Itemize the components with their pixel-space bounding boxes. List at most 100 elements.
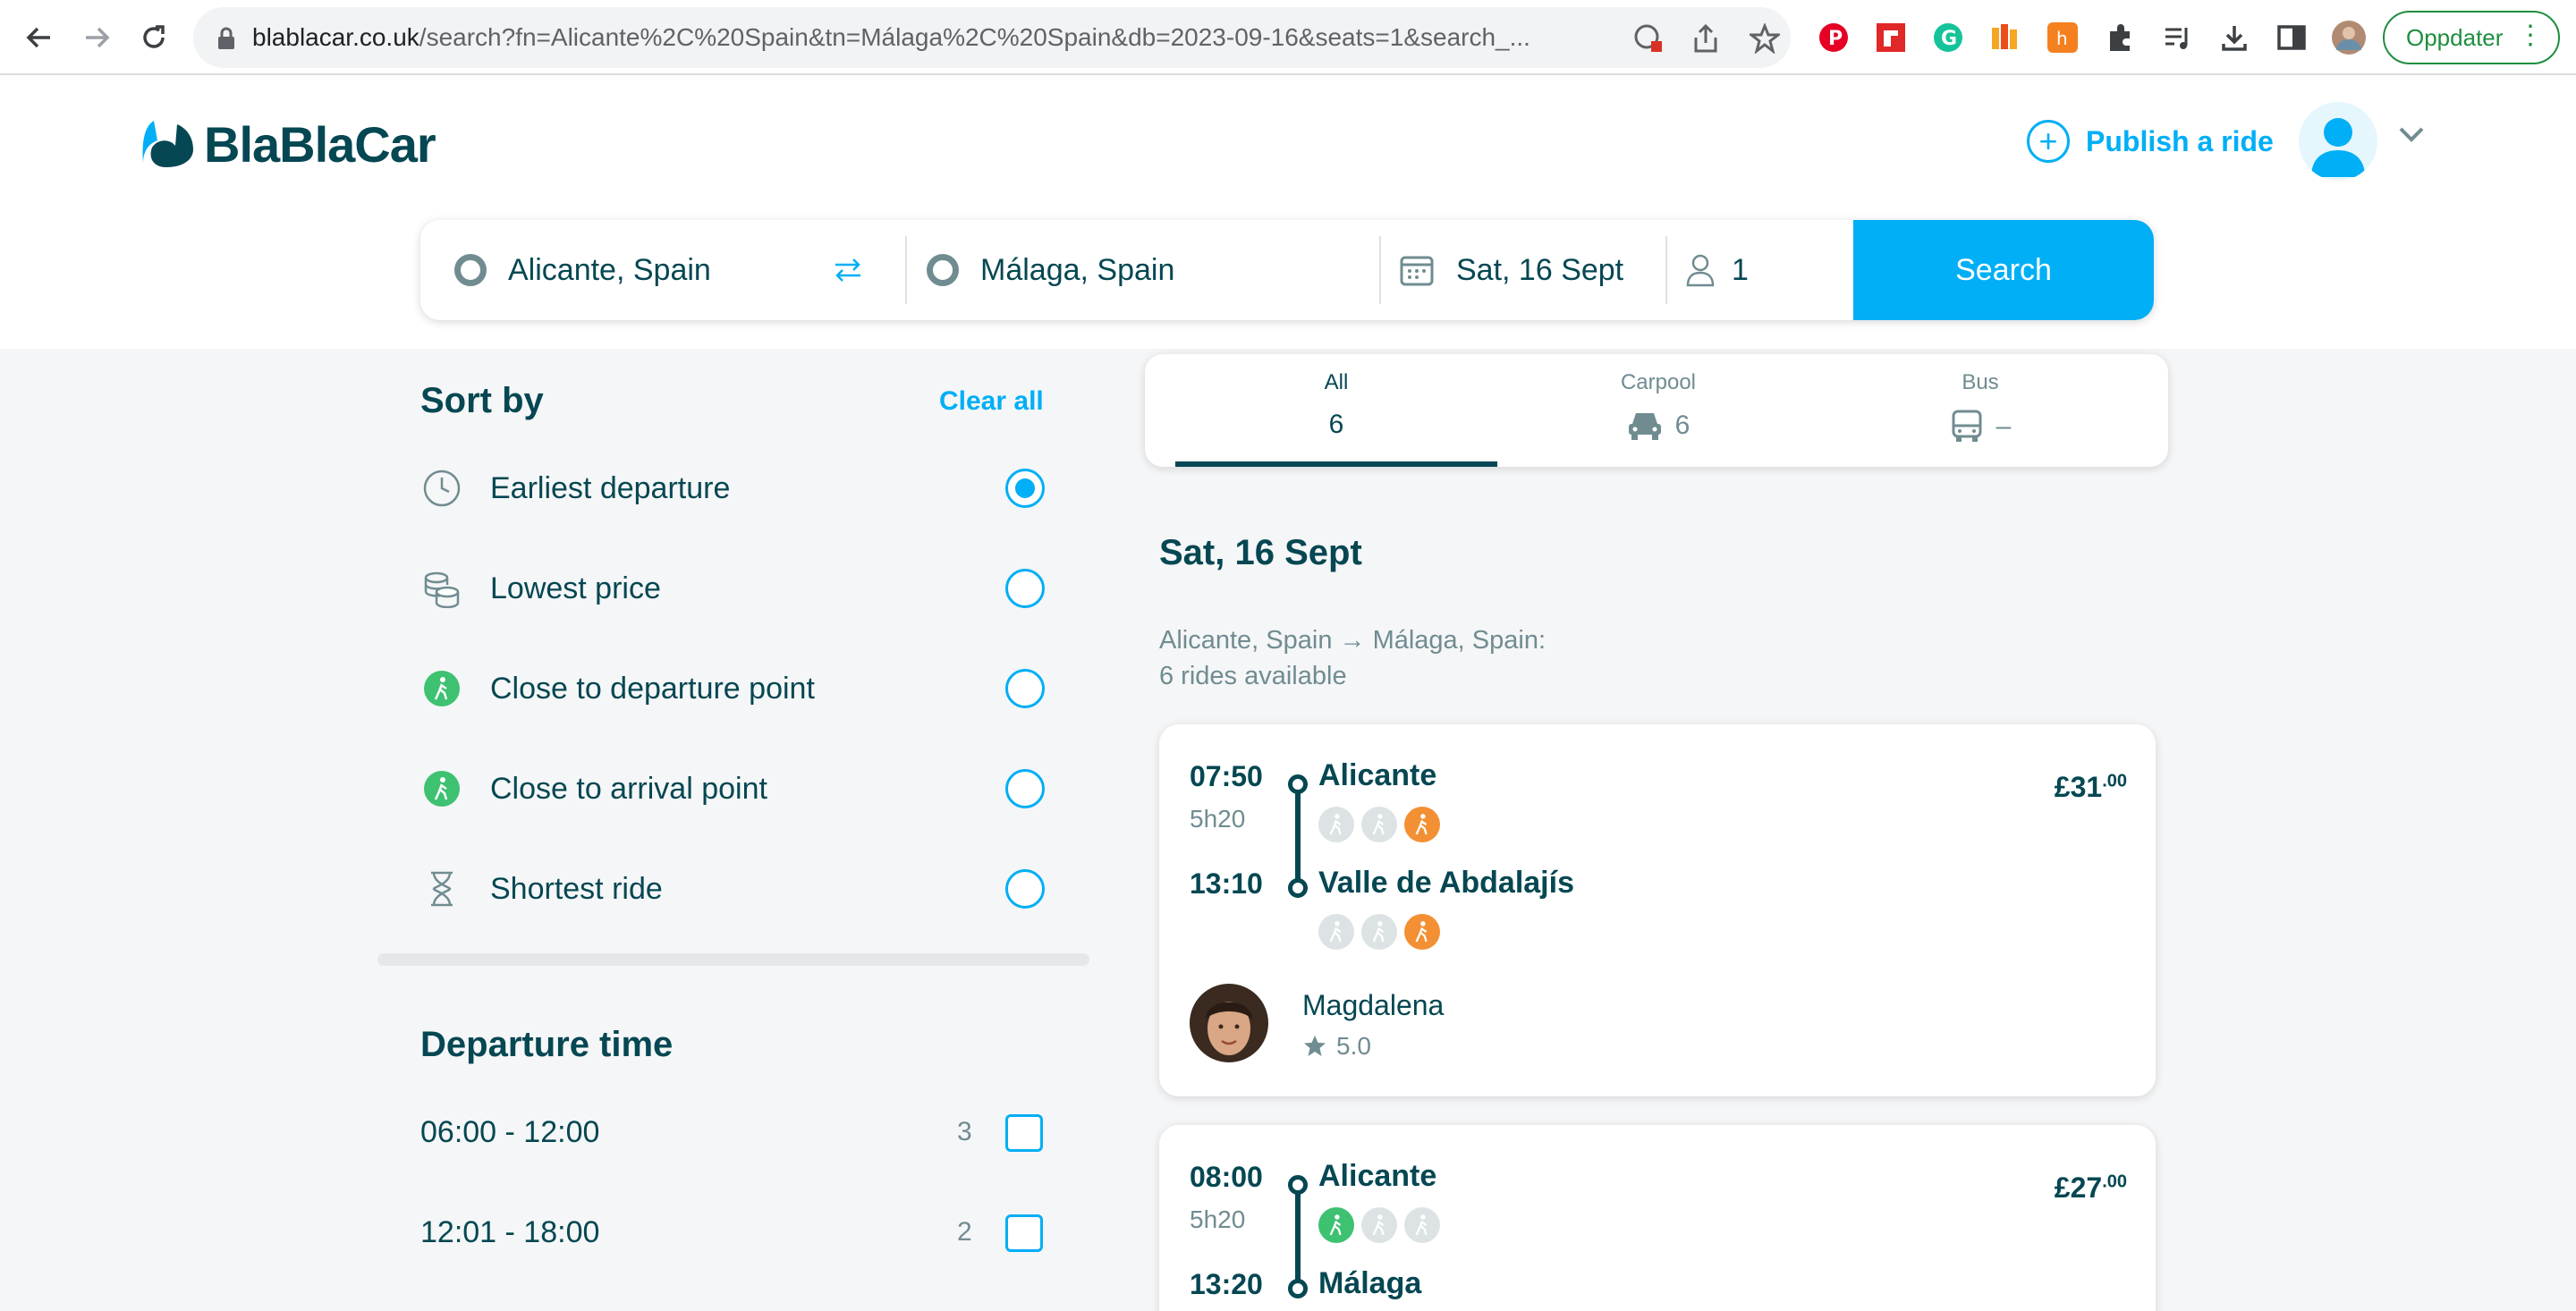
sort-option-shortest[interactable]: Shortest ride: [420, 862, 1046, 916]
user-avatar[interactable]: [2299, 102, 2377, 181]
driver-rating: 5.0: [1302, 1032, 1371, 1061]
search-button[interactable]: Search: [1853, 220, 2154, 320]
sort-option-label: Close to arrival point: [490, 771, 767, 806]
update-button[interactable]: Oppdater ⋮: [2383, 11, 2560, 64]
driver-name: Magdalena: [1302, 989, 1445, 1021]
time-range-count: 2: [957, 1217, 972, 1247]
ride-destination: Valle de Abdalajís: [1318, 866, 1574, 900]
chevron-down-icon[interactable]: [2397, 120, 2426, 148]
ride-origin: Alicante: [1318, 1159, 1437, 1193]
rating-value: 5.0: [1336, 1032, 1371, 1060]
time-range-checkbox[interactable]: [1005, 1114, 1043, 1152]
tab-label: All: [1324, 370, 1349, 394]
share-icon[interactable]: [1692, 23, 1719, 58]
proximity-indicator: [1318, 807, 1447, 842]
star-icon: [1304, 1036, 1326, 1056]
side-panel-icon[interactable]: [2274, 20, 2309, 55]
walking-icon: [1404, 914, 1440, 950]
reload-icon[interactable]: [134, 18, 174, 57]
swap-arrows-icon[interactable]: [832, 254, 864, 291]
radio-selected[interactable]: [1005, 469, 1045, 508]
sort-option-earliest[interactable]: Earliest departure: [420, 461, 1046, 515]
ride-type-tabs: All 6 Carpool 6 Bus –: [1145, 354, 2168, 467]
flipboard-extension-icon[interactable]: [1873, 20, 1909, 55]
walking-icon: [1361, 1207, 1397, 1243]
svg-text:G: G: [1941, 28, 1957, 50]
profile-avatar-icon[interactable]: [2331, 20, 2367, 55]
ride-duration: 5h20: [1190, 1205, 1246, 1233]
blablacar-logo[interactable]: BlaBlaCar: [140, 113, 436, 175]
time-range-label: 06:00 - 12:00: [420, 1114, 600, 1149]
sort-option-label: Lowest price: [490, 571, 661, 605]
tab-count: 6: [1674, 410, 1690, 440]
tab-count: 6: [1328, 410, 1344, 439]
ride-card[interactable]: 08:00 5h20 13:20 Alicante Málaga £27.00: [1159, 1125, 2156, 1311]
time-range-morning[interactable]: 06:00 - 12:00 3: [420, 1105, 1046, 1159]
time-range-checkbox[interactable]: [1005, 1214, 1043, 1252]
date-field[interactable]: Sat, 16 Sept: [1399, 220, 1658, 320]
driver-avatar[interactable]: [1190, 984, 1268, 1062]
lock-icon[interactable]: [216, 27, 236, 55]
walking-icon: [420, 767, 463, 810]
sort-option-close-arrival[interactable]: Close to arrival point: [420, 762, 1046, 816]
ride-card[interactable]: 07:50 5h20 13:10 Alicante Valle de Abdal…: [1159, 724, 2156, 1096]
seats-field[interactable]: 1: [1685, 220, 1846, 320]
keepa-extension-icon[interactable]: h: [2045, 20, 2080, 55]
price-cents: .00: [2102, 771, 2127, 791]
site-header: BlaBlaCar + Publish a ride Alicante, Spa…: [0, 77, 2576, 349]
bookmark-star-icon[interactable]: [1747, 21, 1783, 58]
route-end-node: [1288, 1279, 1308, 1298]
price-main: £27: [2054, 1171, 2103, 1204]
publish-ride-link[interactable]: + Publish a ride: [2027, 116, 2274, 166]
from-field[interactable]: Alicante, Spain: [454, 220, 875, 320]
time-range-afternoon[interactable]: 12:01 - 18:00 2: [420, 1205, 1046, 1259]
coins-icon: [420, 567, 463, 610]
tab-carpool[interactable]: Carpool 6: [1497, 354, 1819, 467]
tab-all[interactable]: All 6: [1175, 354, 1497, 467]
forward-icon[interactable]: [77, 18, 116, 57]
more-menu-icon[interactable]: ⋮: [2517, 20, 2544, 51]
radio-unselected[interactable]: [1005, 769, 1045, 808]
svg-text:P: P: [1828, 28, 1843, 50]
address-bar[interactable]: blablacar.co.uk/search?fn=Alicante%2C%20…: [193, 7, 1791, 68]
walking-icon: [1318, 807, 1354, 842]
sort-option-label: Earliest departure: [490, 470, 731, 505]
radio-unselected[interactable]: [1005, 569, 1045, 608]
pinterest-extension-icon[interactable]: P: [1816, 20, 1852, 55]
proximity-indicator: [1318, 914, 1447, 950]
to-field[interactable]: Málaga, Spain: [927, 220, 1356, 320]
location-blocked-icon[interactable]: [1633, 23, 1664, 58]
time-range-label: 12:01 - 18:00: [420, 1214, 600, 1249]
section-divider: [377, 953, 1089, 966]
ride-price: £31.00: [2055, 771, 2127, 804]
depart-time: 08:00: [1190, 1161, 1263, 1193]
sort-option-close-departure[interactable]: Close to departure point: [420, 662, 1046, 715]
browser-toolbar: blablacar.co.uk/search?fn=Alicante%2C%20…: [0, 0, 2576, 75]
results-page: Sort by Clear all Earliest departure Low…: [0, 349, 2576, 1311]
proximity-indicator: [1318, 1207, 1447, 1243]
tab-count: –: [1996, 411, 2012, 441]
car-icon: [1628, 413, 1661, 440]
sort-option-lowest-price[interactable]: Lowest price: [420, 562, 1046, 615]
person-icon: [1686, 254, 1715, 287]
radio-unselected[interactable]: [1005, 869, 1045, 909]
grammarly-extension-icon[interactable]: G: [1930, 20, 1966, 55]
clear-all-button[interactable]: Clear all: [939, 386, 1044, 417]
svg-text:h: h: [2056, 28, 2068, 49]
tab-bus[interactable]: Bus –: [1819, 354, 2141, 467]
walking-icon: [1404, 1207, 1440, 1243]
date-value: Sat, 16 Sept: [1456, 252, 1624, 287]
sort-option-label: Close to departure point: [490, 671, 815, 706]
route-start-node: [1288, 1175, 1308, 1195]
reading-list-icon[interactable]: [2159, 20, 2195, 55]
radio-unselected[interactable]: [1005, 669, 1045, 708]
url-text[interactable]: blablacar.co.uk/search?fn=Alicante%2C%20…: [252, 7, 1648, 68]
back-icon[interactable]: [20, 18, 59, 57]
extensions-puzzle-icon[interactable]: [2102, 20, 2138, 55]
url-path: /search?fn=Alicante%2C%20Spain&tn=Málaga…: [419, 23, 1530, 51]
download-icon[interactable]: [2216, 20, 2252, 55]
search-bar: Alicante, Spain Málaga, Spain Sat, 16 Se…: [420, 220, 2154, 320]
active-tab-indicator: [1175, 461, 1497, 467]
route-line-graphic: [1295, 1180, 1301, 1281]
honey-extension-icon[interactable]: [1987, 20, 2023, 55]
